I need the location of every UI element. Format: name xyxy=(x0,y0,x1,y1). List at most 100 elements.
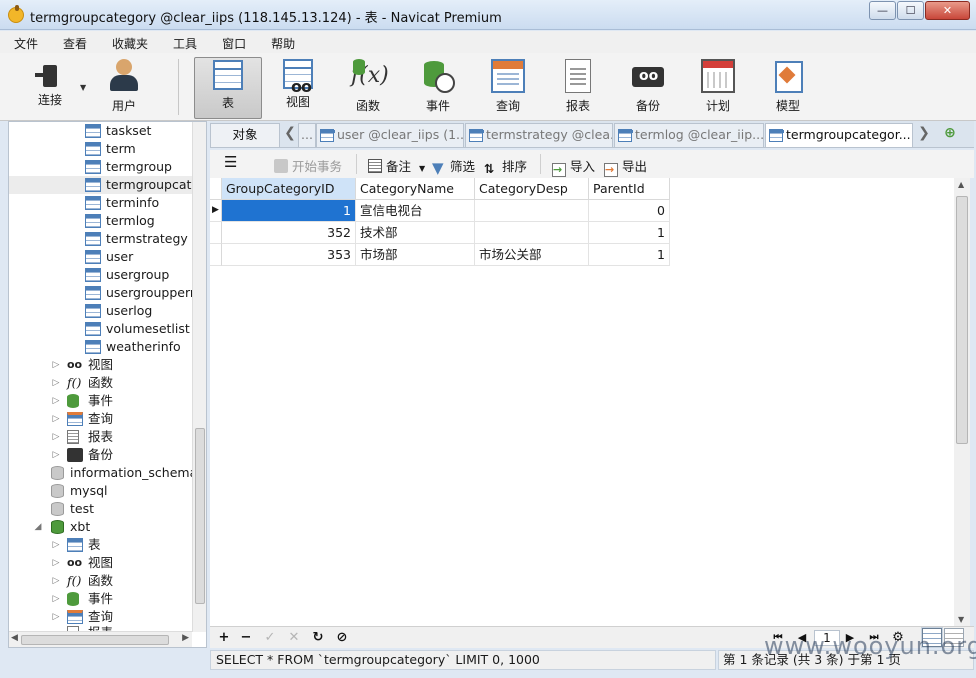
scroll-down-icon[interactable]: ▼ xyxy=(958,615,964,624)
new-tab-icon[interactable]: ⊕ xyxy=(942,125,958,145)
menu-file[interactable]: 文件 xyxy=(6,31,46,53)
collapse-arrow-icon[interactable]: ◢ xyxy=(33,518,43,536)
hamburger-menu-icon[interactable]: ☰ xyxy=(224,153,237,171)
close-button[interactable]: ✕ xyxy=(925,1,970,20)
tab-scroll-left-icon[interactable]: ❮ xyxy=(282,125,298,145)
menu-tools[interactable]: 工具 xyxy=(165,31,205,53)
table-cell[interactable]: 市场公关部 xyxy=(475,244,589,266)
tree-table-item[interactable]: usergrouppern xyxy=(9,284,198,302)
tree-queries-node[interactable]: ▷ 查询 xyxy=(9,410,193,428)
scroll-left-icon[interactable]: ◀ xyxy=(11,633,18,643)
minimize-button[interactable]: — xyxy=(869,1,896,20)
table-cell[interactable]: 技术部 xyxy=(356,222,475,244)
tab-user[interactable]: user @clear_iips (1... xyxy=(316,123,464,147)
sort-button[interactable]: ⇅ 排序 xyxy=(484,156,527,176)
expand-arrow-icon[interactable]: ▷ xyxy=(51,554,61,572)
tree-table-item[interactable]: termlog xyxy=(9,212,193,230)
column-header-categorydesp[interactable]: CategoryDesp xyxy=(475,178,589,200)
tree-table-item[interactable]: volumesetlist xyxy=(9,320,193,338)
table-cell[interactable] xyxy=(475,222,589,244)
menu-favorites[interactable]: 收藏夹 xyxy=(104,31,156,53)
tree-events-node[interactable]: ▷ 事件 xyxy=(9,392,193,410)
tree-horizontal-scrollbar[interactable]: ◀ ▶ xyxy=(9,631,192,647)
table-cell[interactable] xyxy=(475,200,589,222)
memo-dropdown-icon[interactable]: ▼ xyxy=(419,164,425,173)
memo-button[interactable]: 备注 ▼ xyxy=(368,156,425,175)
table-cell[interactable]: 1 xyxy=(222,200,356,222)
tree-table-item[interactable]: taskset xyxy=(9,122,193,140)
backup-button[interactable]: 备份 xyxy=(614,57,682,119)
tree-functions-node[interactable]: ▷ f() 函数 xyxy=(9,572,193,590)
menu-view[interactable]: 查看 xyxy=(55,31,95,53)
tree-database-item[interactable]: information_schema xyxy=(9,464,197,482)
tree-tables-node[interactable]: ▷ 表 xyxy=(9,536,193,554)
grid-vertical-scrollbar[interactable]: ▲ ▼ xyxy=(954,178,970,626)
expand-arrow-icon[interactable]: ▷ xyxy=(51,590,61,608)
tab-termlog[interactable]: termlog @clear_iip... xyxy=(614,123,764,147)
table-cell[interactable]: 市场部 xyxy=(356,244,475,266)
tree-table-item[interactable]: term xyxy=(9,140,193,158)
connection-tree[interactable]: taskset term termgroup termgroupcate ter… xyxy=(8,121,207,648)
tab-objects[interactable]: 对象 xyxy=(210,123,280,147)
table-cell[interactable]: 1 xyxy=(589,222,670,244)
column-header-categoryname[interactable]: CategoryName xyxy=(356,178,475,200)
user-button[interactable]: 用户 xyxy=(90,57,158,119)
apply-changes-icon[interactable]: ✓ xyxy=(262,630,278,646)
expand-arrow-icon[interactable]: ▷ xyxy=(51,410,61,428)
table-cell[interactable]: 宣信电视台 xyxy=(356,200,475,222)
expand-arrow-icon[interactable]: ▷ xyxy=(51,356,61,374)
connect-button[interactable]: 连接 xyxy=(16,57,84,119)
expand-arrow-icon[interactable]: ▷ xyxy=(51,536,61,554)
add-record-icon[interactable]: + xyxy=(216,630,232,646)
query-button[interactable]: 查询 xyxy=(474,57,542,119)
tree-table-item[interactable]: termgroup xyxy=(9,158,193,176)
tree-database-xbt[interactable]: ◢ xbt xyxy=(9,518,193,536)
model-button[interactable]: 模型 xyxy=(754,57,822,119)
discard-changes-icon[interactable]: ✕ xyxy=(286,630,302,646)
expand-arrow-icon[interactable]: ▷ xyxy=(51,392,61,410)
scroll-right-icon[interactable]: ▶ xyxy=(182,633,189,643)
event-button[interactable]: 事件 xyxy=(404,57,472,119)
tree-table-item[interactable]: user xyxy=(9,248,193,266)
begin-transaction-button[interactable]: 开始事务 xyxy=(274,156,342,175)
menu-help[interactable]: 帮助 xyxy=(263,31,303,53)
expand-arrow-icon[interactable]: ▷ xyxy=(51,374,61,392)
maximize-button[interactable]: ☐ xyxy=(897,1,924,20)
tree-vertical-scrollbar[interactable] xyxy=(192,122,206,632)
table-cell[interactable]: 1 xyxy=(589,244,670,266)
expand-arrow-icon[interactable]: ▷ xyxy=(51,572,61,590)
scroll-up-icon[interactable]: ▲ xyxy=(958,180,964,189)
table-cell[interactable]: 353 xyxy=(222,244,356,266)
tree-functions-node[interactable]: ▷ f() 函数 xyxy=(9,374,193,392)
table-button[interactable]: 表 xyxy=(194,57,262,119)
column-header-groupcategoryid[interactable]: GroupCategoryID xyxy=(222,178,356,200)
column-header-parentid[interactable]: ParentId xyxy=(589,178,670,200)
tree-table-item[interactable]: userlog xyxy=(9,302,193,320)
scrollbar-thumb[interactable] xyxy=(195,428,205,604)
table-cell[interactable]: 0 xyxy=(589,200,670,222)
tree-table-item[interactable]: terminfo xyxy=(9,194,193,212)
view-button[interactable]: 视图 xyxy=(264,57,332,119)
connect-dropdown-arrow-icon[interactable]: ▼ xyxy=(80,83,86,92)
expand-arrow-icon[interactable]: ▷ xyxy=(51,428,61,446)
tree-views-node[interactable]: ▷ oo 视图 xyxy=(9,554,193,572)
expand-arrow-icon[interactable]: ▷ xyxy=(51,446,61,464)
tab-overflow[interactable]: ... xyxy=(298,123,316,147)
menu-window[interactable]: 窗口 xyxy=(214,31,254,53)
tab-scroll-right-icon[interactable]: ❯ xyxy=(916,125,932,145)
tree-database-item[interactable]: mysql xyxy=(9,482,193,500)
refresh-icon[interactable]: ↻ xyxy=(310,630,326,646)
tab-termstrategy[interactable]: termstrategy @clea... xyxy=(465,123,613,147)
stop-icon[interactable]: ⊘ xyxy=(334,630,350,646)
tree-views-node[interactable]: ▷ oo 视图 xyxy=(9,356,193,374)
tree-table-item[interactable]: weatherinfo xyxy=(9,338,193,356)
delete-record-icon[interactable]: − xyxy=(238,630,254,646)
data-grid[interactable]: GroupCategoryID CategoryName CategoryDes… xyxy=(210,178,954,626)
tree-backups-node[interactable]: ▷ 备份 xyxy=(9,446,193,464)
schedule-button[interactable]: 计划 xyxy=(684,57,752,119)
scrollbar-thumb[interactable] xyxy=(956,196,968,444)
import-button[interactable]: → 导入 xyxy=(552,156,595,177)
tab-termgroupcategory[interactable]: termgroupcategor... xyxy=(765,123,913,147)
export-button[interactable]: → 导出 xyxy=(604,156,647,177)
function-button[interactable]: f(x) 函数 xyxy=(334,57,402,119)
